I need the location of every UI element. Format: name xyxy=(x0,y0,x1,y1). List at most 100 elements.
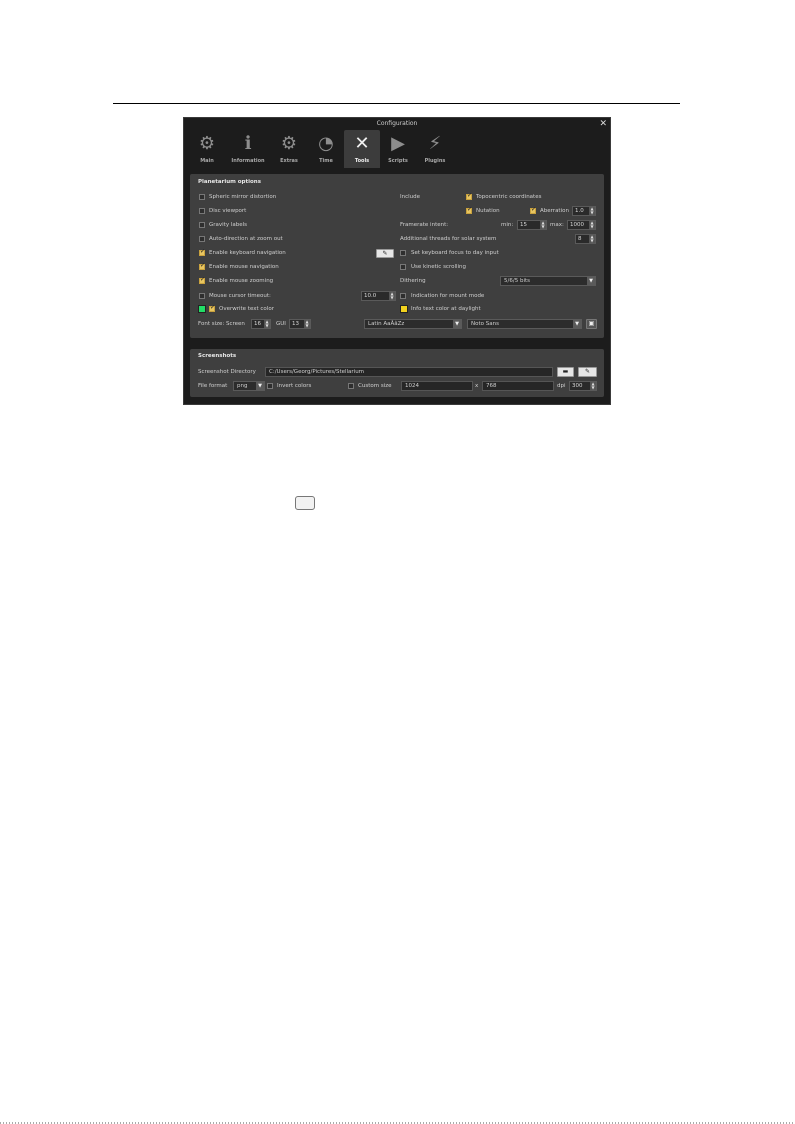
spin-arrows-icon[interactable]: ▲ ▼ xyxy=(304,320,310,328)
folder-icon: ▬ xyxy=(562,368,569,375)
screen-font-value: 16 xyxy=(254,321,261,327)
gear-icon: ⚙ xyxy=(198,133,216,154)
spin-arrows-icon[interactable]: ▲ ▼ xyxy=(589,235,595,243)
auto-direction-label: Auto-direction at zoom out xyxy=(209,236,283,242)
screenshot-dir-input[interactable]: C:/Users/Georg/Pictures/Stellarium xyxy=(265,367,553,377)
keyboard-shortcuts-button[interactable]: ✎ xyxy=(376,249,394,258)
threads-value: 8 xyxy=(578,236,582,242)
chevron-down-icon: ▼ xyxy=(453,320,461,328)
file-format-label: File format xyxy=(198,383,228,389)
size-separator: x xyxy=(475,383,479,389)
screenshot-settings-button[interactable]: ✎ xyxy=(578,367,597,377)
tab-label: Plugins xyxy=(424,158,446,164)
close-icon[interactable]: ✕ xyxy=(599,118,607,130)
daylight-color-swatch[interactable] xyxy=(400,305,408,313)
mouse-zoom-label: Enable mouse zooming xyxy=(209,278,274,284)
include-label: Include xyxy=(400,194,421,200)
text-color-swatch[interactable] xyxy=(198,305,206,313)
planetarium-panel: Planetarium options Spheric mirror disto… xyxy=(190,174,604,338)
topocentric-checkbox[interactable] xyxy=(466,192,472,200)
mount-mode-label: Indication for mount mode xyxy=(411,293,485,299)
chevron-down-icon: ▼ xyxy=(573,320,581,328)
tab-extras[interactable]: ⚙ Extras xyxy=(274,130,304,166)
dpi-spinbox[interactable]: 300 ▲ ▼ xyxy=(569,381,597,391)
aberration-spinbox[interactable]: 1.0 ▲ ▼ xyxy=(572,206,596,216)
dpi-label: dpi xyxy=(557,383,566,389)
mouse-timeout-checkbox[interactable] xyxy=(199,293,205,299)
info-icon: ℹ xyxy=(244,133,252,154)
tab-information[interactable]: ℹ Information xyxy=(228,130,268,166)
framerate-min-label: min: xyxy=(501,222,514,228)
tab-label: Main xyxy=(200,158,214,164)
spin-arrows-icon[interactable]: ▲ ▼ xyxy=(540,221,546,229)
tab-scripts[interactable]: ▶ Scripts xyxy=(382,130,414,166)
extras-icon: ⚙ xyxy=(280,133,298,154)
gravity-labels-checkbox[interactable] xyxy=(199,222,205,228)
framerate-min-spinbox[interactable]: 15 ▲ ▼ xyxy=(517,220,547,230)
tab-tools[interactable]: ✕ Tools xyxy=(344,130,380,168)
mouse-timeout-value: 10.0 xyxy=(364,293,377,299)
kinetic-checkbox[interactable] xyxy=(400,264,406,270)
screenshots-panel: Screenshots Screenshot Directory C:/User… xyxy=(190,349,604,397)
aberration-checkbox[interactable] xyxy=(530,206,536,214)
font-combo-value: Noto Sans xyxy=(471,321,499,327)
wrench-icon: ✎ xyxy=(584,368,591,375)
mouse-nav-label: Enable mouse navigation xyxy=(209,264,279,270)
browse-folder-button[interactable]: ▬ xyxy=(557,367,574,377)
mouse-timeout-spinbox[interactable]: 10.0 ▲ ▼ xyxy=(361,291,396,301)
font-size-label: Font size: Screen xyxy=(198,321,245,327)
spheric-mirror-checkbox[interactable] xyxy=(199,194,205,200)
overwrite-color-label: Overwrite text color xyxy=(219,306,274,312)
screenshot-dir-label: Screenshot Directory xyxy=(198,369,256,375)
framerate-label: Framerate intent: xyxy=(400,222,449,228)
spin-arrows-icon[interactable]: ▲ ▼ xyxy=(264,320,270,328)
custom-height-input[interactable]: 768 xyxy=(482,381,554,391)
keyboard-nav-checkbox[interactable] xyxy=(199,248,205,256)
spin-arrows-icon[interactable]: ▲ ▼ xyxy=(389,292,395,300)
gravity-labels-label: Gravity labels xyxy=(209,222,248,228)
aberration-label: Aberration xyxy=(540,208,569,214)
keyboard-key-icon xyxy=(295,496,315,510)
nutation-checkbox[interactable] xyxy=(466,206,472,214)
spin-arrows-icon[interactable]: ▲ ▼ xyxy=(589,221,595,229)
kinetic-label: Use kinetic scrolling xyxy=(411,264,467,270)
tab-bar: ⚙ Main ℹ Information ⚙ Extras ◔ Time ✕ T… xyxy=(184,130,610,168)
mouse-nav-checkbox[interactable] xyxy=(199,262,205,270)
threads-spinbox[interactable]: 8 ▲ ▼ xyxy=(575,234,596,244)
disc-viewport-checkbox[interactable] xyxy=(199,208,205,214)
focus-day-label: Set keyboard focus to day input xyxy=(411,250,499,256)
tab-label: Time xyxy=(319,158,333,164)
wrench-icon: ✎ xyxy=(382,250,388,257)
mouse-zoom-checkbox[interactable] xyxy=(199,276,205,284)
spin-arrows-icon[interactable]: ▲ ▼ xyxy=(589,207,595,215)
save-icon: ▣ xyxy=(588,320,595,327)
gui-font-spinbox[interactable]: 13 ▲ ▼ xyxy=(289,319,311,329)
mount-mode-checkbox[interactable] xyxy=(400,293,406,299)
framerate-max-spinbox[interactable]: 1000 ▲ ▼ xyxy=(567,220,596,230)
custom-size-label: Custom size xyxy=(358,383,392,389)
spin-arrows-icon[interactable]: ▲ ▼ xyxy=(590,382,596,390)
screen-font-spinbox[interactable]: 16 ▲ ▼ xyxy=(251,319,271,329)
tab-main[interactable]: ⚙ Main xyxy=(192,130,222,166)
clock-icon: ◔ xyxy=(318,133,334,154)
invert-colors-checkbox[interactable] xyxy=(267,383,273,389)
tab-time[interactable]: ◔ Time xyxy=(310,130,342,166)
font-combo[interactable]: Noto Sans ▼ xyxy=(467,319,582,329)
framerate-min-value: 15 xyxy=(520,222,527,228)
file-format-value: png xyxy=(237,383,248,389)
framerate-max-label: max: xyxy=(550,222,564,228)
focus-day-checkbox[interactable] xyxy=(400,250,406,256)
tab-plugins[interactable]: ⚡ Plugins xyxy=(418,130,452,166)
script-combo[interactable]: Latin AaÂâZz ▼ xyxy=(364,319,462,329)
nutation-label: Nutation xyxy=(476,208,500,214)
auto-direction-checkbox[interactable] xyxy=(199,236,205,242)
play-icon: ▶ xyxy=(391,133,405,154)
overwrite-color-checkbox[interactable] xyxy=(209,304,215,312)
dithering-combo[interactable]: 5/6/5 bits ▼ xyxy=(500,276,596,286)
script-combo-value: Latin AaÂâZz xyxy=(368,321,405,327)
custom-size-checkbox[interactable] xyxy=(348,383,354,389)
save-font-button[interactable]: ▣ xyxy=(586,319,597,329)
tab-label: Extras xyxy=(280,158,298,164)
file-format-combo[interactable]: png ▼ xyxy=(233,381,265,391)
custom-width-input[interactable]: 1024 xyxy=(401,381,473,391)
